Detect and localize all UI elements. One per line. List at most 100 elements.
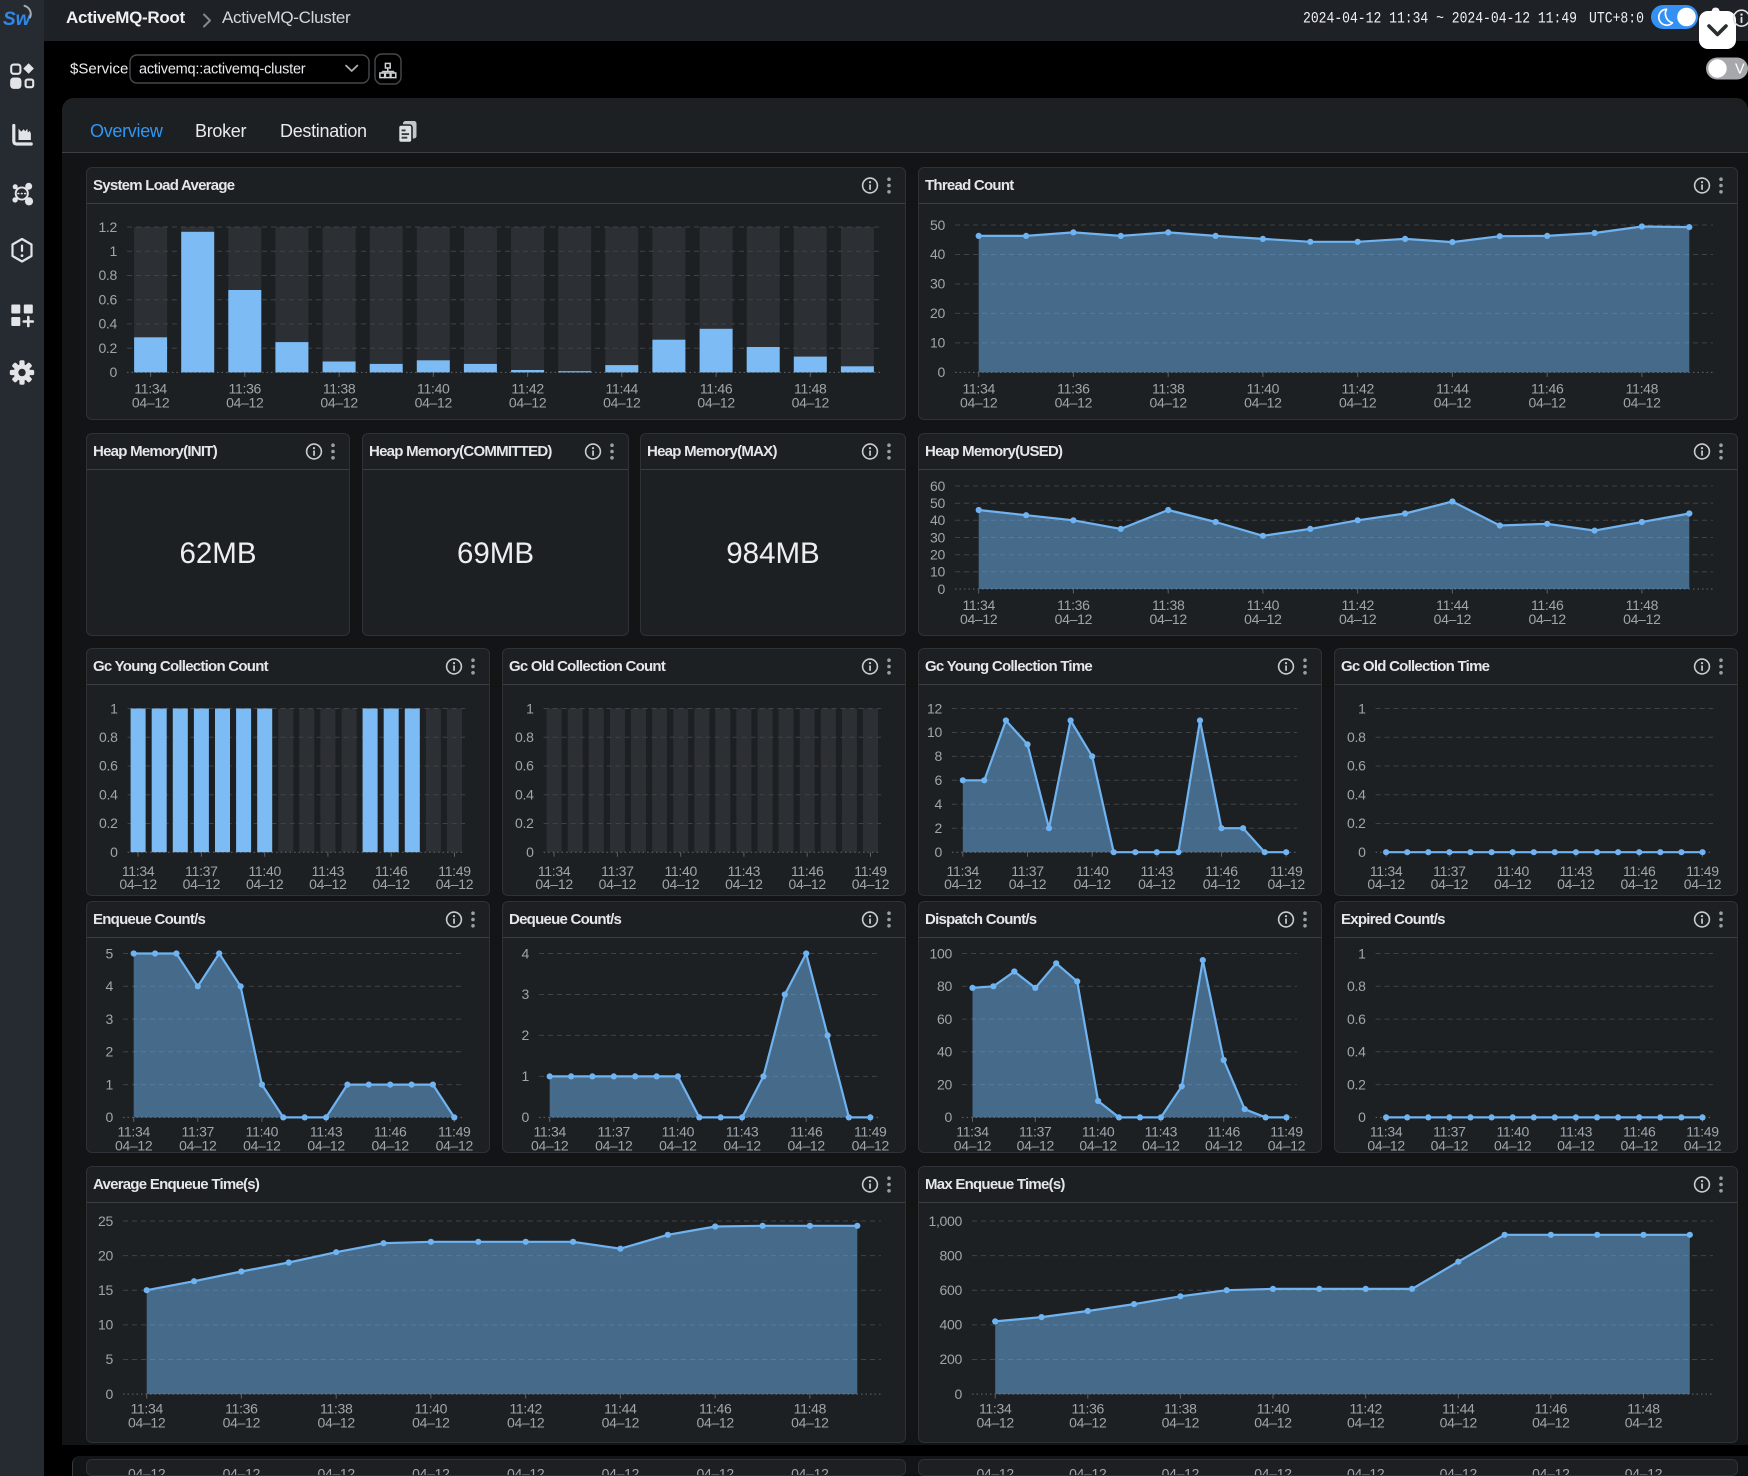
svg-text:04–12: 04–12	[1625, 1414, 1663, 1430]
svg-text:0.4: 0.4	[1347, 1044, 1366, 1060]
svg-text:04–12: 04–12	[1254, 1465, 1292, 1476]
svg-text:0.8: 0.8	[515, 729, 534, 745]
svg-text:04–12: 04–12	[697, 394, 735, 410]
svg-text:04–12: 04–12	[1528, 611, 1566, 627]
svg-text:5: 5	[106, 1351, 114, 1367]
svg-text:60: 60	[937, 1011, 952, 1027]
svg-text:04–12: 04–12	[791, 1465, 829, 1476]
svg-text:0: 0	[1358, 844, 1366, 860]
svg-text:activemq::activemq-cluster: activemq::activemq-cluster	[139, 62, 306, 78]
svg-text:40: 40	[937, 1044, 952, 1060]
svg-text:10: 10	[930, 564, 945, 580]
svg-text:04–12: 04–12	[1069, 1465, 1107, 1476]
svg-text:04–12: 04–12	[696, 1414, 734, 1430]
svg-text:04–12: 04–12	[1244, 611, 1282, 627]
svg-text:2: 2	[106, 1044, 114, 1060]
svg-text:04–12: 04–12	[792, 394, 830, 410]
svg-text:04–12: 04–12	[531, 1137, 569, 1153]
svg-text:04–12: 04–12	[415, 394, 453, 410]
svg-text:69MB: 69MB	[457, 537, 534, 570]
svg-text:04–12: 04–12	[436, 1137, 474, 1153]
svg-text:0.4: 0.4	[515, 787, 534, 803]
svg-text:04–12: 04–12	[1069, 1414, 1107, 1430]
svg-text:800: 800	[940, 1247, 963, 1263]
svg-text:04–12: 04–12	[1557, 876, 1595, 892]
svg-text:15: 15	[98, 1282, 113, 1298]
svg-text:20: 20	[98, 1247, 113, 1263]
svg-text:04–12: 04–12	[1203, 876, 1241, 892]
svg-text:1: 1	[1358, 700, 1366, 716]
svg-text:0.6: 0.6	[1347, 1011, 1366, 1027]
svg-text:04–12: 04–12	[599, 876, 637, 892]
svg-text:04–12: 04–12	[183, 876, 221, 892]
svg-text:04–12: 04–12	[128, 1414, 166, 1430]
svg-text:04–12: 04–12	[436, 876, 474, 892]
svg-text:1: 1	[110, 700, 118, 716]
svg-text:04–12: 04–12	[412, 1414, 450, 1430]
svg-text:04–12: 04–12	[1434, 394, 1472, 410]
svg-text:100: 100	[930, 945, 953, 961]
svg-text:0.2: 0.2	[98, 340, 117, 356]
svg-text:04–12: 04–12	[1620, 876, 1658, 892]
svg-text:6: 6	[935, 772, 943, 788]
svg-text:25: 25	[98, 1213, 113, 1229]
svg-text:2: 2	[522, 1027, 530, 1043]
svg-text:04–12: 04–12	[960, 611, 998, 627]
svg-text:04–12: 04–12	[1367, 876, 1405, 892]
svg-text:04–12: 04–12	[1532, 1414, 1570, 1430]
svg-text:04–12: 04–12	[603, 394, 641, 410]
svg-text:1.2: 1.2	[98, 219, 117, 235]
svg-text:04–12: 04–12	[1623, 394, 1661, 410]
svg-text:04–12: 04–12	[1055, 394, 1093, 410]
svg-text:04–12: 04–12	[128, 1465, 166, 1476]
svg-text:04–12: 04–12	[1625, 1465, 1663, 1476]
svg-text:04–12: 04–12	[976, 1465, 1014, 1476]
svg-text:400: 400	[940, 1317, 963, 1333]
svg-text:0: 0	[955, 1386, 963, 1402]
svg-text:04–12: 04–12	[507, 1414, 545, 1430]
svg-text:04–12: 04–12	[960, 394, 998, 410]
svg-text:20: 20	[930, 305, 945, 321]
svg-text:600: 600	[940, 1282, 963, 1298]
svg-text:Heap Memory(COMMITTED): Heap Memory(COMMITTED)	[369, 443, 552, 460]
svg-text:0.4: 0.4	[99, 787, 118, 803]
svg-text:04–12: 04–12	[1162, 1465, 1200, 1476]
svg-text:04–12: 04–12	[535, 876, 573, 892]
svg-text:0.4: 0.4	[1347, 787, 1366, 803]
svg-text:04–12: 04–12	[791, 1414, 829, 1430]
svg-text:04–12: 04–12	[320, 394, 358, 410]
svg-text:12: 12	[927, 700, 942, 716]
svg-text:System Load Average: System Load Average	[93, 177, 235, 194]
svg-text:04–12: 04–12	[787, 1137, 825, 1153]
svg-text:04–12: 04–12	[317, 1465, 355, 1476]
svg-text:4: 4	[522, 945, 530, 961]
svg-text:0.2: 0.2	[99, 815, 118, 831]
svg-text:3: 3	[522, 986, 530, 1002]
svg-text:04–12: 04–12	[307, 1137, 345, 1153]
svg-text:20: 20	[930, 546, 945, 562]
svg-text:Heap Memory(INIT): Heap Memory(INIT)	[93, 443, 218, 460]
svg-text:10: 10	[98, 1317, 113, 1333]
svg-text:4: 4	[935, 796, 943, 812]
svg-text:04–12: 04–12	[602, 1414, 640, 1430]
svg-text:04–12: 04–12	[1244, 394, 1282, 410]
svg-text:0.2: 0.2	[515, 815, 534, 831]
svg-text:04–12: 04–12	[976, 1414, 1014, 1430]
svg-text:04–12: 04–12	[944, 876, 982, 892]
svg-text:10: 10	[927, 724, 942, 740]
svg-text:0: 0	[522, 1109, 530, 1125]
svg-text:2024-04-12 11:34 ~ 2024-04-12: 2024-04-12 11:34 ~ 2024-04-12 11:49	[1303, 10, 1577, 28]
svg-text:04–12: 04–12	[1494, 1137, 1532, 1153]
svg-text:04–12: 04–12	[852, 876, 890, 892]
svg-text:04–12: 04–12	[371, 1137, 409, 1153]
svg-text:04–12: 04–12	[223, 1414, 261, 1430]
svg-text:04–12: 04–12	[1347, 1414, 1385, 1430]
svg-text:1: 1	[106, 1076, 114, 1092]
svg-text:3: 3	[106, 1011, 114, 1027]
svg-text:1: 1	[522, 1068, 530, 1084]
svg-text:04–12: 04–12	[226, 394, 264, 410]
svg-text:0.8: 0.8	[1347, 978, 1366, 994]
svg-text:04–12: 04–12	[1162, 1414, 1200, 1430]
svg-text:Dequeue Count/s: Dequeue Count/s	[509, 911, 621, 928]
svg-text:04–12: 04–12	[1268, 1137, 1306, 1153]
